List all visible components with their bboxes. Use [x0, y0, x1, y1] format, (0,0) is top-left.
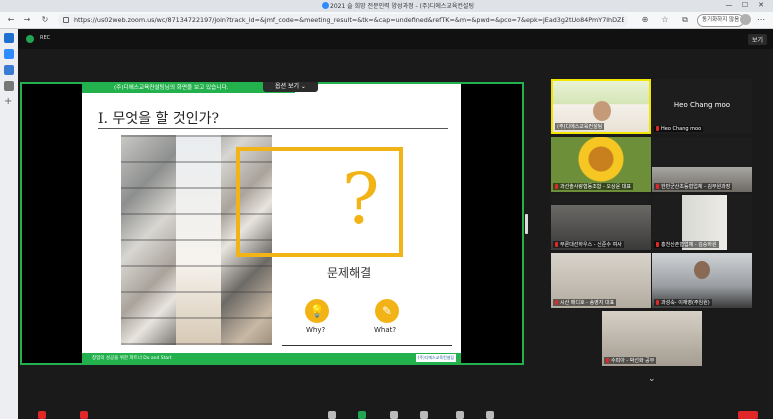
- person-head: [593, 101, 611, 121]
- bottom-divider: [282, 345, 452, 346]
- tab-title[interactable]: 2021 슬 희망 전문인력 양성과정 - (주)디에스교육컨설팅: [330, 1, 474, 10]
- participant-name: Heo Chang moo: [654, 126, 704, 132]
- meeting-header: REC 보기: [18, 29, 773, 49]
- mic-muted-icon: [555, 242, 558, 247]
- participant-name: 부론대선하우스 - 신준수 여사: [553, 241, 624, 248]
- sync-button[interactable]: 동기화하지 않음: [697, 14, 745, 27]
- pencil-icon: ✎: [375, 299, 399, 323]
- chevron-down-icon[interactable]: ⌄: [648, 374, 656, 384]
- favorite-icon[interactable]: ☆: [660, 15, 670, 25]
- participant-name: 과선솔사랑협동조합 - 오상윤 대표: [553, 183, 633, 190]
- participant-tile[interactable]: 수피아 - 박선화 공무: [602, 311, 702, 366]
- video-off-icon[interactable]: [80, 411, 88, 419]
- participant-tile[interactable]: 과성숙- 이재영(주임원): [652, 253, 752, 308]
- participant-name: 수피아 - 박선화 공무: [604, 357, 657, 364]
- view-button[interactable]: 보기: [747, 34, 767, 45]
- mic-muted-icon: [656, 242, 659, 247]
- forward-icon[interactable]: →: [22, 15, 32, 25]
- participant-tile[interactable]: Heo Chang moo Heo Chang moo: [652, 79, 752, 134]
- person-head: [694, 261, 710, 279]
- more-options-icon[interactable]: [486, 411, 494, 419]
- collections-icon[interactable]: ⧉: [680, 15, 690, 25]
- participant-name: 한빈군산초등협업체 - 김부원과장: [654, 183, 733, 190]
- back-icon[interactable]: ←: [6, 15, 16, 25]
- lightbulb-icon: 💡: [305, 299, 329, 323]
- url-input[interactable]: https://us02web.zoom.us/wc/87134722197/j…: [58, 14, 628, 27]
- browser-window: 2021 슬 희망 전문인력 양성과정 - (주)디에스교육컨설팅 — ☐ ✕ …: [0, 0, 773, 419]
- what-label: What?: [374, 326, 397, 334]
- participant-tile[interactable]: 부론대선하우스 - 신준수 여사: [551, 195, 651, 250]
- browser-sidebar: +: [0, 29, 18, 419]
- mic-muted-icon: [656, 126, 659, 131]
- zoom-tab-icon[interactable]: [4, 49, 14, 59]
- mic-muted-icon: [656, 300, 659, 305]
- footer-logo: (주)디에스교육컨설팅: [416, 354, 456, 362]
- lock-icon: [63, 17, 69, 23]
- title-divider: [98, 128, 448, 129]
- speaker-icon[interactable]: [4, 81, 14, 91]
- more-icon[interactable]: ⋯: [757, 15, 765, 24]
- profile-avatar[interactable]: [740, 14, 751, 25]
- mic-muted-icon: [606, 358, 609, 363]
- footer-text: 창업의 성공을 위한 파트너 Do and Start: [92, 356, 172, 361]
- why-label: Why?: [306, 326, 326, 334]
- mute-icon[interactable]: [38, 411, 46, 419]
- office-icon[interactable]: [4, 65, 14, 75]
- reactions-icon[interactable]: [420, 411, 428, 419]
- chat-icon[interactable]: [390, 411, 398, 419]
- minimize-button[interactable]: —: [724, 1, 734, 10]
- participant-tile[interactable]: (주)디에스교육컨설팅: [551, 79, 651, 134]
- participant-tile[interactable]: 과선솔사랑협동조합 - 오상윤 대표: [551, 137, 651, 192]
- participant-tile[interactable]: 홍천산촌협업체 - 김승하원: [652, 195, 752, 250]
- url-text: https://us02web.zoom.us/wc/87134722197/j…: [74, 16, 624, 24]
- participant-tile[interactable]: 시산 메디호 - 송영지 대표: [551, 253, 651, 308]
- participant-name: 시산 메디호 - 송영지 대표: [553, 299, 617, 306]
- close-window-button[interactable]: ✕: [756, 1, 766, 10]
- slide-title: I. 무엇을 할 것인가?: [98, 111, 219, 127]
- add-icon[interactable]: +: [4, 97, 14, 107]
- share-screen-icon[interactable]: [358, 411, 366, 419]
- security-shield-icon[interactable]: [26, 35, 34, 43]
- zoom-page-icon[interactable]: ⊕: [640, 15, 650, 25]
- slide-footer: 창업의 성공을 위한 파트너 Do and Start (주)디에스교육컨설팅: [82, 353, 461, 363]
- title-bar: 2021 슬 희망 전문인력 양성과정 - (주)디에스교육컨설팅 — ☐ ✕: [0, 0, 773, 12]
- participant-name: (주)디에스교육컨설팅: [555, 123, 605, 130]
- maximize-button[interactable]: ☐: [740, 1, 750, 10]
- problem-solving-label: 문제해결: [327, 266, 372, 280]
- mic-muted-icon: [555, 184, 558, 189]
- address-bar: ← → ↻ https://us02web.zoom.us/wc/8713472…: [0, 12, 773, 29]
- zoom-favicon-icon: [322, 2, 329, 9]
- rec-indicator: REC: [40, 35, 51, 41]
- participant-name: 과성숙- 이재영(주임원): [654, 299, 712, 306]
- leave-button[interactable]: [738, 411, 758, 419]
- mic-muted-icon: [555, 300, 558, 305]
- presentation-slide: I. 무엇을 할 것인가? ? 문제해결 💡 Why? ✎ What? 창업의 …: [82, 84, 461, 363]
- zoom-meeting: REC 보기 I. 무엇을 할 것인가? ? 문제해결 💡 Why? ✎ Wha…: [18, 29, 773, 419]
- apps-icon[interactable]: [456, 411, 464, 419]
- shared-screen: I. 무엇을 할 것인가? ? 문제해결 💡 Why? ✎ What? 창업의 …: [20, 82, 524, 365]
- participant-name: 홍천산촌협업체 - 김승하원: [654, 241, 719, 248]
- question-mark-icon: ?: [342, 158, 380, 240]
- panel-resize-handle[interactable]: [525, 214, 528, 234]
- participant-display-name: Heo Chang moo: [673, 101, 731, 109]
- outlook-icon[interactable]: [4, 33, 14, 43]
- view-options-button[interactable]: 옵션 보기 ⌄: [263, 82, 318, 92]
- meeting-toolbar: [18, 407, 773, 419]
- mic-muted-icon: [656, 184, 659, 189]
- participant-tile[interactable]: 한빈군산초등협업체 - 김부원과장: [652, 137, 752, 192]
- participants-icon[interactable]: [328, 411, 336, 419]
- reload-icon[interactable]: ↻: [40, 15, 50, 25]
